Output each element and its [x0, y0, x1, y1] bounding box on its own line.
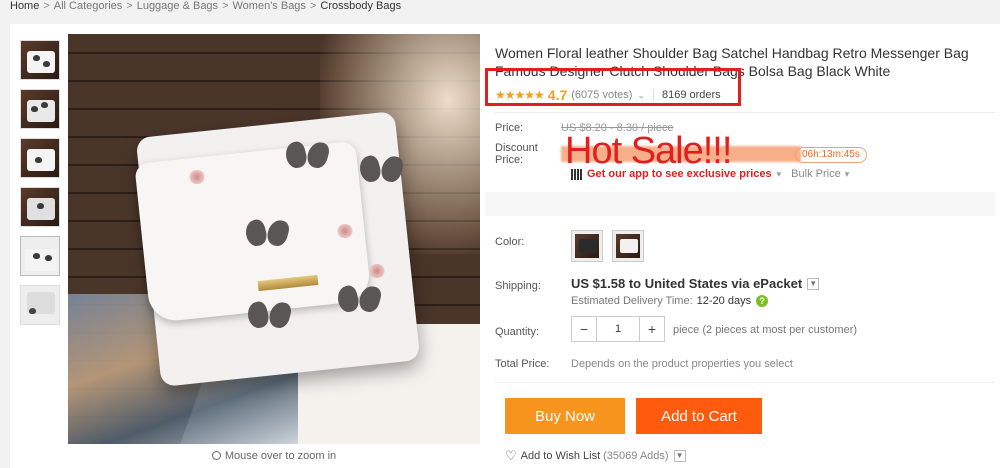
votes-count[interactable]: (6075 votes) [571, 89, 632, 101]
color-option-white[interactable] [612, 230, 644, 262]
section-band [485, 192, 995, 216]
breadcrumb-separator: > [43, 0, 50, 12]
orders-count: 8169 orders [661, 89, 721, 101]
breadcrumb-separator: > [309, 0, 317, 12]
thumbnail-1[interactable] [20, 40, 60, 80]
wish-count: (35069 Adds) [603, 450, 669, 462]
breadcrumb-separator: > [126, 0, 133, 12]
shipping-method-text: US $1.58 to United States via ePacket [571, 276, 803, 291]
app-promo-link[interactable]: Get our app to see exclusive prices [587, 168, 772, 180]
breadcrumb-separator: > [222, 0, 229, 12]
wish-list[interactable]: ♡ Add to Wish List (35069 Adds) ▼ [505, 448, 686, 464]
breadcrumb-all-categories[interactable]: All Categories [54, 0, 122, 12]
decrease-button[interactable]: − [572, 317, 596, 341]
chevron-down-icon[interactable]: ⌄ [637, 90, 645, 101]
heart-icon[interactable]: ♡ [505, 448, 517, 464]
quantity-input[interactable]: 1 [596, 317, 640, 341]
breadcrumb-womens-bags[interactable]: Women's Bags [233, 0, 306, 12]
product-title-line1: Women Floral leather Shoulder Bag Satche… [495, 45, 969, 61]
color-label: Color: [495, 236, 525, 248]
delivery-estimate-label: Estimated Delivery Time: [571, 295, 693, 307]
wish-list-link[interactable]: Add to Wish List [521, 450, 600, 462]
thumbnail-4[interactable] [20, 187, 60, 227]
app-promo-row: Get our app to see exclusive prices ▾ Bu… [571, 168, 849, 180]
chevron-down-icon[interactable]: ▾ [845, 169, 850, 180]
thumbnail-list [20, 40, 60, 334]
main-product-image[interactable] [68, 34, 480, 444]
breadcrumb: Home > All Categories > Luggage & Bags > Women… [10, 0, 401, 16]
quantity-stepper: − 1 + [571, 316, 665, 342]
zoom-hint: Mouse over to zoom in [68, 450, 480, 462]
shipping-label: Shipping: [495, 280, 541, 292]
quantity-label: Quantity: [495, 326, 540, 338]
buy-now-button[interactable]: Buy Now [505, 398, 625, 434]
breadcrumb-crossbody-bags[interactable]: Crossbody Bags [320, 0, 401, 12]
countdown-timer: 06h:13m:45s [795, 147, 867, 163]
color-option-black[interactable] [571, 230, 603, 262]
delivery-estimate: Estimated Delivery Time: 12-20 days ? [571, 295, 769, 307]
qr-code-icon [571, 168, 582, 180]
star-rating-icon: ★★★★★ [495, 88, 545, 102]
thumbnail-5[interactable] [20, 236, 60, 276]
hot-sale-overlay: Hot Sale!!! [565, 130, 732, 172]
add-to-cart-button[interactable]: Add to Cart [636, 398, 762, 434]
rating-row: ★★★★★ 4.7 (6075 votes) ⌄ 8169 orders [495, 84, 721, 106]
breadcrumb-home[interactable]: Home [10, 0, 39, 12]
increase-button[interactable]: + [640, 317, 664, 341]
divider [652, 89, 654, 101]
chevron-down-icon[interactable]: ▾ [777, 169, 782, 180]
thumbnail-2[interactable] [20, 89, 60, 129]
magnifier-icon [211, 451, 221, 460]
thumbnail-3[interactable] [20, 138, 60, 178]
product-info: Women Floral leather Shoulder Bag Satche… [485, 44, 995, 463]
bulk-price-link[interactable]: Bulk Price [791, 168, 841, 180]
discount-label-1: Discount [495, 142, 538, 154]
quantity-limit-note: piece (2 pieces at most per customer) [673, 324, 858, 336]
divider [495, 382, 995, 383]
thumbnail-6[interactable] [20, 285, 60, 325]
price-label: Price: [495, 122, 524, 134]
discount-label-2: Price: [495, 154, 524, 166]
chevron-down-icon[interactable]: ▼ [807, 277, 820, 290]
shipping-method[interactable]: US $1.58 to United States via ePacket ▼ [571, 276, 820, 291]
zoom-hint-text: Mouse over to zoom in [224, 450, 337, 462]
rating-value[interactable]: 4.7 [548, 87, 567, 103]
breadcrumb-luggage-bags[interactable]: Luggage & Bags [137, 0, 218, 12]
delivery-days: 12-20 days [696, 295, 752, 307]
total-price-label: Total Price: [495, 358, 550, 370]
divider [495, 112, 995, 113]
total-price-note: Depends on the product properties you se… [571, 358, 793, 370]
product-panel: Mouse over to zoom in Women Floral leath… [10, 24, 1000, 468]
chevron-down-icon[interactable]: ▼ [673, 450, 686, 462]
help-icon[interactable]: ? [756, 295, 769, 307]
